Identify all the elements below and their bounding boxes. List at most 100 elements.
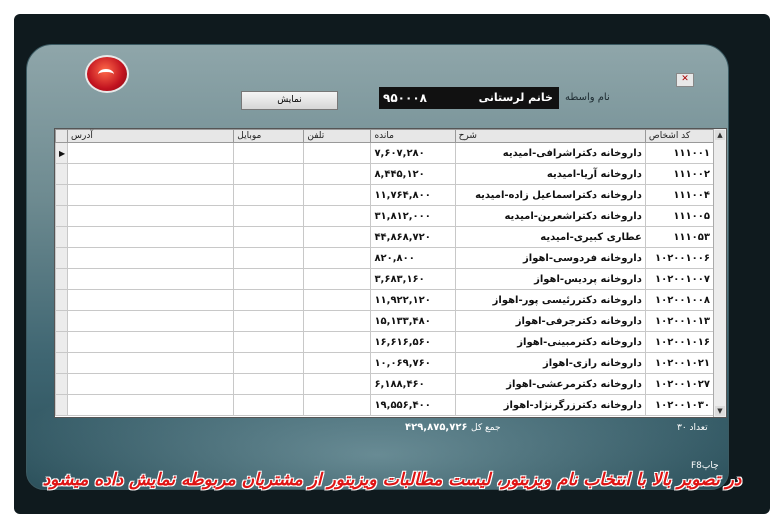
cell-phone[interactable]	[303, 226, 372, 248]
cell-person-code[interactable]: ۱۱۱۰۰۴	[644, 184, 714, 206]
cell-description[interactable]: داروخانه رازی-اهواز	[454, 352, 646, 374]
table-row[interactable]: ۴۴,۸۶۸,۷۲۰ عطاری کبیری-امیدیه ۱۱۱۰۵۳	[54, 226, 727, 248]
cell-phone[interactable]	[303, 163, 372, 185]
cell-address[interactable]	[67, 268, 235, 290]
table-row[interactable]: ۶,۱۸۸,۴۶۰ داروخانه دکترمرعشی-اهواز ۱۰۲۰۰۱۰…	[54, 373, 727, 395]
cell-balance[interactable]: ۱۵,۱۳۳,۴۸۰	[370, 310, 456, 332]
cell-mobile[interactable]	[233, 142, 305, 164]
cell-phone[interactable]	[303, 142, 372, 164]
row-selector[interactable]	[54, 373, 69, 395]
cell-person-code[interactable]: ۱۰۲۰۰۱۰۰۷	[644, 268, 714, 290]
cell-balance[interactable]: ۴۴,۸۶۸,۷۲۰	[370, 226, 456, 248]
scroll-down-icon[interactable]: ▼	[715, 406, 725, 416]
row-selector[interactable]	[54, 331, 69, 353]
cell-balance[interactable]: ۳,۶۸۳,۱۶۰	[370, 268, 456, 290]
cell-balance[interactable]: ۱۱,۹۲۲,۱۲۰	[370, 289, 456, 311]
cell-address[interactable]	[67, 226, 235, 248]
cell-person-code[interactable]: ۱۱۱۰۰۵	[644, 205, 714, 227]
column-header-address[interactable]: آدرس	[67, 129, 235, 143]
cell-balance[interactable]: ۶,۱۸۸,۴۶۰	[370, 373, 456, 395]
cell-description[interactable]: داروخانه پردیس-اهواز	[454, 268, 646, 290]
cell-person-code[interactable]: ۱۰۲۰۰۱۰۱۳	[644, 310, 714, 332]
cell-phone[interactable]	[303, 184, 372, 206]
agent-name-field[interactable]: خانم لرستانی	[431, 87, 559, 109]
cell-description[interactable]: داروخانه دکتراشرافی-امیدیه	[454, 142, 646, 164]
cell-person-code[interactable]: ۱۱۱۰۵۳	[644, 226, 714, 248]
cell-person-code[interactable]: ۱۰۲۰۰۱۰۰۸	[644, 289, 714, 311]
cell-phone[interactable]	[303, 352, 372, 374]
table-row[interactable]: ۱۹,۵۵۶,۴۰۰ داروخانه دکترزرگرنژاد-اهواز ۱۰۲…	[54, 394, 727, 416]
table-row[interactable]: ۱۶,۶۱۶,۵۶۰ داروخانه دکترمبینی-اهواز ۱۰۲۰۰۱…	[54, 331, 727, 353]
cell-balance[interactable]: ۱۶,۶۱۶,۵۶۰	[370, 331, 456, 353]
cell-description[interactable]: داروخانه دکتراشعرین-امیدیه	[454, 205, 646, 227]
cell-address[interactable]	[67, 289, 235, 311]
table-row[interactable]: ۱۱,۷۶۴,۸۰۰ داروخانه دکتراسماعیل زاده-امید…	[54, 184, 727, 206]
row-selector[interactable]	[54, 289, 69, 311]
row-selector[interactable]	[54, 226, 69, 248]
row-selector[interactable]	[54, 247, 69, 269]
row-selector[interactable]	[54, 163, 69, 185]
column-header-person-code[interactable]: کد اشخاص	[644, 129, 714, 143]
cell-person-code[interactable]: ۱۰۲۰۰۱۰۱۶	[644, 331, 714, 353]
table-row[interactable]: ۱۱,۹۲۲,۱۲۰ داروخانه دکتررئیسی پور-اهواز ۱۰…	[54, 289, 727, 311]
cell-balance[interactable]: ۸,۴۴۵,۱۲۰	[370, 163, 456, 185]
show-button[interactable]: نمایش	[241, 91, 338, 110]
cell-person-code[interactable]: ۱۱۱۰۰۱	[644, 142, 714, 164]
cell-phone[interactable]	[303, 205, 372, 227]
cell-description[interactable]: داروخانه دکترزرگرنژاد-اهواز	[454, 394, 646, 416]
cell-description[interactable]: داروخانه دکترمرعشی-اهواز	[454, 373, 646, 395]
cell-address[interactable]	[67, 394, 235, 416]
cell-mobile[interactable]	[233, 226, 305, 248]
cell-balance[interactable]: ۷,۶۰۷,۲۸۰	[370, 142, 456, 164]
cell-person-code[interactable]: ۱۰۲۰۰۱۰۳۰	[644, 394, 714, 416]
table-row[interactable]: ۱۰,۰۶۹,۷۶۰ داروخانه رازی-اهواز ۱۰۲۰۰۱۰۲۱	[54, 352, 727, 374]
cell-mobile[interactable]	[233, 184, 305, 206]
close-icon[interactable]: ✕	[676, 73, 694, 87]
row-selector[interactable]	[54, 352, 69, 374]
cell-mobile[interactable]	[233, 394, 305, 416]
cell-mobile[interactable]	[233, 268, 305, 290]
cell-phone[interactable]	[303, 247, 372, 269]
cell-address[interactable]	[67, 310, 235, 332]
table-row[interactable]: ۳۱,۸۱۲,۰۰۰ داروخانه دکتراشعرین-امیدیه ۱۱۱۰…	[54, 205, 727, 227]
cell-balance[interactable]: ۸۲۰,۸۰۰	[370, 247, 456, 269]
cell-mobile[interactable]	[233, 352, 305, 374]
cell-description[interactable]: داروخانه آریا-امیدیه	[454, 163, 646, 185]
cell-phone[interactable]	[303, 289, 372, 311]
cell-address[interactable]	[67, 184, 235, 206]
scroll-up-icon[interactable]: ▲	[715, 130, 725, 140]
cell-balance[interactable]: ۳۱,۸۱۲,۰۰۰	[370, 205, 456, 227]
cell-address[interactable]	[67, 352, 235, 374]
column-header-mobile[interactable]: موبایل	[233, 129, 305, 143]
cell-mobile[interactable]	[233, 331, 305, 353]
column-header-phone[interactable]: تلفن	[303, 129, 372, 143]
cell-balance[interactable]: ۱۹,۵۵۶,۴۰۰	[370, 394, 456, 416]
cell-description[interactable]: داروخانه فردوسی-اهواز	[454, 247, 646, 269]
cell-phone[interactable]	[303, 310, 372, 332]
cell-address[interactable]	[67, 205, 235, 227]
cell-person-code[interactable]: ۱۱۱۰۰۲	[644, 163, 714, 185]
column-header-balance[interactable]: مانده	[370, 129, 456, 143]
cell-description[interactable]: داروخانه دکترمبینی-اهواز	[454, 331, 646, 353]
cell-phone[interactable]	[303, 394, 372, 416]
row-selector[interactable]	[54, 310, 69, 332]
cell-description[interactable]: داروخانه دکترجرفی-اهواز	[454, 310, 646, 332]
table-row[interactable]: ▶ ۷,۶۰۷,۲۸۰ داروخانه دکتراشرافی-امیدیه ۱۱۱۰…	[54, 142, 727, 164]
cell-description[interactable]: عطاری کبیری-امیدیه	[454, 226, 646, 248]
cell-person-code[interactable]: ۱۰۲۰۰۱۰۲۷	[644, 373, 714, 395]
cell-mobile[interactable]	[233, 163, 305, 185]
cell-mobile[interactable]	[233, 310, 305, 332]
cell-address[interactable]	[67, 142, 235, 164]
agent-code-field[interactable]: ۹۵۰۰۰۸	[379, 87, 431, 109]
table-row[interactable]: ۸۲۰,۸۰۰ داروخانه فردوسی-اهواز ۱۰۲۰۰۱۰۰۶	[54, 247, 727, 269]
cell-mobile[interactable]	[233, 289, 305, 311]
row-selector[interactable]: ▶	[54, 142, 69, 164]
cell-phone[interactable]	[303, 331, 372, 353]
cell-phone[interactable]	[303, 268, 372, 290]
table-row[interactable]: ۸,۴۴۵,۱۲۰ داروخانه آریا-امیدیه ۱۱۱۰۰۲	[54, 163, 727, 185]
cell-mobile[interactable]	[233, 205, 305, 227]
vertical-scrollbar[interactable]: ▲ ▼	[713, 129, 726, 417]
cell-phone[interactable]	[303, 373, 372, 395]
row-selector[interactable]	[54, 184, 69, 206]
cell-description[interactable]: داروخانه دکتراسماعیل زاده-امیدیه	[454, 184, 646, 206]
